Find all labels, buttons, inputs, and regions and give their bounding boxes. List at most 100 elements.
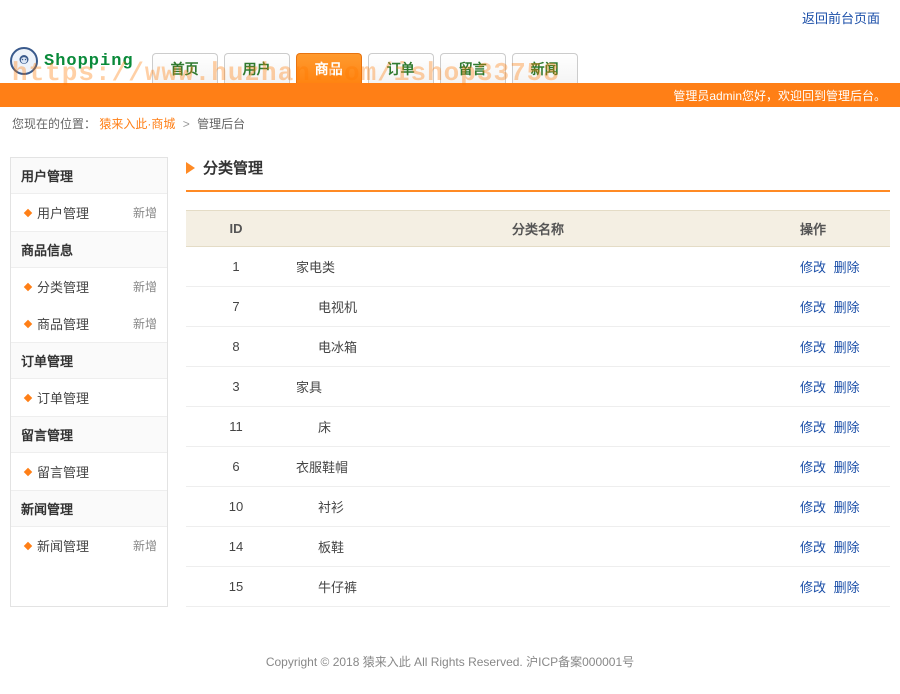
cell-op: 修改 删除	[790, 367, 890, 407]
edit-link[interactable]: 修改	[800, 460, 826, 475]
sidebar-add-link[interactable]: 新增	[133, 278, 157, 295]
th-op: 操作	[790, 211, 890, 247]
cell-name: 家具	[286, 367, 790, 407]
diamond-icon	[24, 319, 32, 327]
cell-op: 修改 删除	[790, 247, 890, 287]
main-nav: 首页用户商品订单留言新闻	[152, 53, 578, 83]
side-group-title: 订单管理	[11, 342, 167, 379]
sidebar-item[interactable]: 新闻管理 新增	[11, 527, 167, 564]
sidebar-item[interactable]: 订单管理	[11, 379, 167, 416]
sidebar-item-label: 商品管理	[37, 314, 89, 333]
sidebar-item-label: 订单管理	[37, 388, 89, 407]
table-row: 6衣服鞋帽修改 删除	[186, 447, 890, 487]
cell-name: 电冰箱	[286, 327, 790, 367]
sidebar-item[interactable]: 商品管理 新增	[11, 305, 167, 342]
breadcrumb: 您现在的位置： 猿来入此·商城 > 管理后台	[0, 107, 900, 141]
th-name: 分类名称	[286, 211, 790, 247]
sidebar-item-label: 用户管理	[37, 203, 89, 222]
panel-title: 分类管理	[186, 157, 890, 192]
side-group-title: 用户管理	[11, 158, 167, 194]
delete-link[interactable]: 删除	[834, 260, 860, 275]
sidebar-item[interactable]: 留言管理	[11, 453, 167, 490]
welcome-bar: 管理员admin您好，欢迎回到管理后台。	[0, 83, 900, 107]
cell-name: 床	[286, 407, 790, 447]
tab-5[interactable]: 新闻	[512, 53, 578, 83]
table-row: 15牛仔裤修改 删除	[186, 567, 890, 607]
diamond-icon	[24, 541, 32, 549]
cell-name: 衣服鞋帽	[286, 447, 790, 487]
delete-link[interactable]: 删除	[834, 460, 860, 475]
footer-copyright: Copyright © 2018 猿来入此 All Rights Reserve…	[266, 655, 526, 669]
sidebar-add-link[interactable]: 新增	[133, 537, 157, 554]
table-row: 7电视机修改 删除	[186, 287, 890, 327]
edit-link[interactable]: 修改	[800, 260, 826, 275]
side-group-title: 商品信息	[11, 231, 167, 268]
cell-op: 修改 删除	[790, 327, 890, 367]
back-to-front-link[interactable]: 返回前台页面	[802, 11, 880, 26]
diamond-icon	[24, 208, 32, 216]
logo: Shopping	[10, 47, 134, 83]
logo-text: Shopping	[44, 52, 134, 71]
footer-icp-link[interactable]: 沪ICP备案000001号	[526, 655, 634, 669]
cell-id: 1	[186, 247, 286, 287]
tab-3[interactable]: 订单	[368, 53, 434, 83]
edit-link[interactable]: 修改	[800, 420, 826, 435]
edit-link[interactable]: 修改	[800, 300, 826, 315]
diamond-icon	[24, 393, 32, 401]
cell-op: 修改 删除	[790, 567, 890, 607]
tab-0[interactable]: 首页	[152, 53, 218, 83]
edit-link[interactable]: 修改	[800, 500, 826, 515]
delete-link[interactable]: 删除	[834, 380, 860, 395]
arrow-right-icon	[186, 162, 195, 174]
delete-link[interactable]: 删除	[834, 540, 860, 555]
table-row: 3家具修改 删除	[186, 367, 890, 407]
cell-name: 家电类	[286, 247, 790, 287]
cell-id: 6	[186, 447, 286, 487]
sidebar-add-link[interactable]: 新增	[133, 204, 157, 221]
cell-id: 8	[186, 327, 286, 367]
cell-name: 衬衫	[286, 487, 790, 527]
edit-link[interactable]: 修改	[800, 540, 826, 555]
tab-1[interactable]: 用户	[224, 53, 290, 83]
cell-op: 修改 删除	[790, 527, 890, 567]
tab-2[interactable]: 商品	[296, 53, 362, 83]
sidebar-item[interactable]: 用户管理 新增	[11, 194, 167, 231]
cell-name: 电视机	[286, 287, 790, 327]
top-link-row: 返回前台页面	[0, 0, 900, 27]
cell-id: 10	[186, 487, 286, 527]
tab-4[interactable]: 留言	[440, 53, 506, 83]
sidebar-item-label: 新闻管理	[37, 536, 89, 555]
delete-link[interactable]: 删除	[834, 580, 860, 595]
footer: Copyright © 2018 猿来入此 All Rights Reserve…	[0, 637, 900, 694]
table-row: 11床修改 删除	[186, 407, 890, 447]
cell-op: 修改 删除	[790, 487, 890, 527]
sidebar-item-label: 留言管理	[37, 462, 89, 481]
cell-id: 11	[186, 407, 286, 447]
main-panel: 分类管理 ID 分类名称 操作 1家电类修改 删除7电视机修改 删除8电冰箱修改…	[186, 157, 890, 607]
cell-op: 修改 删除	[790, 287, 890, 327]
cell-op: 修改 删除	[790, 447, 890, 487]
delete-link[interactable]: 删除	[834, 420, 860, 435]
edit-link[interactable]: 修改	[800, 340, 826, 355]
delete-link[interactable]: 删除	[834, 500, 860, 515]
edit-link[interactable]: 修改	[800, 580, 826, 595]
sidebar-item[interactable]: 分类管理 新增	[11, 268, 167, 305]
breadcrumb-prefix: 您现在的位置：	[12, 117, 96, 131]
side-group-title: 新闻管理	[11, 490, 167, 527]
delete-link[interactable]: 删除	[834, 340, 860, 355]
category-table: ID 分类名称 操作 1家电类修改 删除7电视机修改 删除8电冰箱修改 删除3家…	[186, 210, 890, 607]
breadcrumb-current: 管理后台	[197, 117, 245, 131]
panel-title-text: 分类管理	[203, 157, 263, 178]
sidebar-add-link[interactable]: 新增	[133, 315, 157, 332]
edit-link[interactable]: 修改	[800, 380, 826, 395]
sidebar-item-label: 分类管理	[37, 277, 89, 296]
delete-link[interactable]: 删除	[834, 300, 860, 315]
breadcrumb-sep: >	[183, 117, 190, 131]
welcome-text: 管理员admin您好，欢迎回到管理后台。	[673, 87, 886, 104]
cell-id: 14	[186, 527, 286, 567]
breadcrumb-link[interactable]: 猿来入此·商城	[99, 117, 175, 131]
header: Shopping 首页用户商品订单留言新闻	[0, 27, 900, 83]
th-id: ID	[186, 211, 286, 247]
side-group-title: 留言管理	[11, 416, 167, 453]
table-row: 14板鞋修改 删除	[186, 527, 890, 567]
